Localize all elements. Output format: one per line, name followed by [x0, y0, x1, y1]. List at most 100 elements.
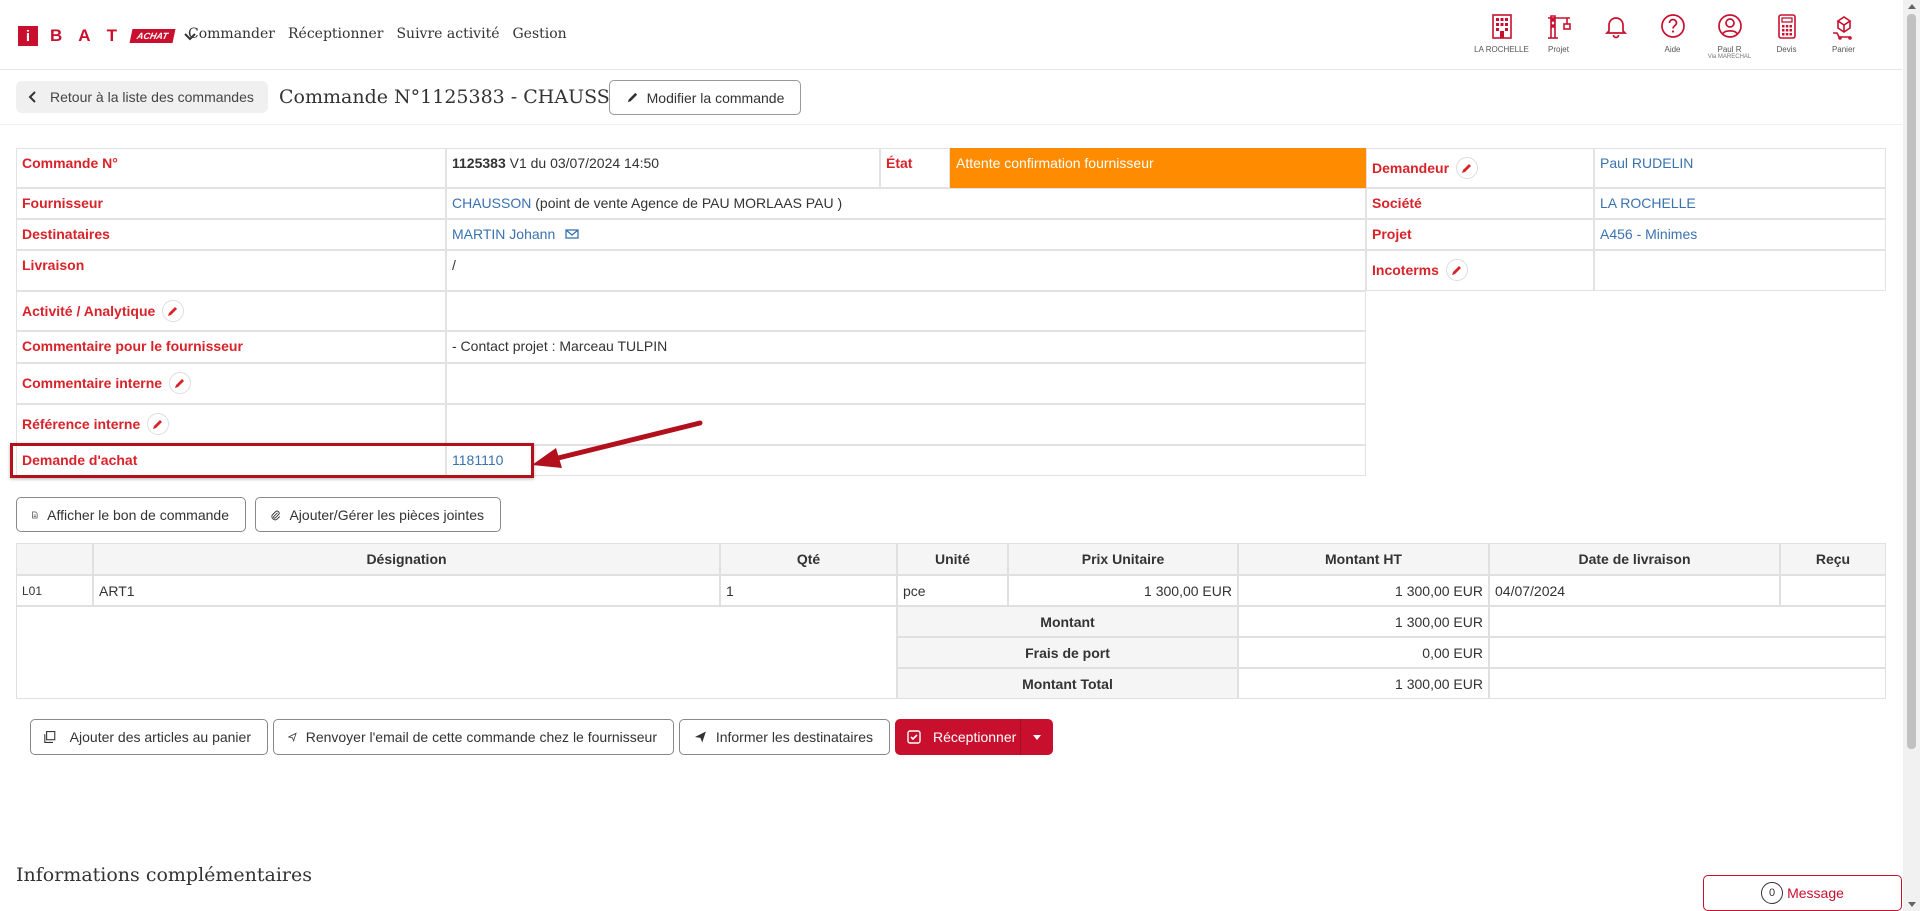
caret-down-icon [1033, 735, 1041, 740]
user-icon [1717, 14, 1742, 38]
table-header-qty: Qté [720, 543, 897, 575]
help-button[interactable]: Aide [1644, 12, 1701, 61]
bell-icon [1604, 17, 1627, 39]
project-link[interactable]: A456 - Minimes [1600, 226, 1697, 242]
table-header-received: Reçu [1780, 543, 1886, 575]
notifications-button[interactable] [1587, 12, 1644, 61]
edit-incoterms-button[interactable] [1445, 259, 1468, 281]
recipient-link[interactable]: MARTIN Johann [452, 226, 555, 242]
pencil-icon [1462, 164, 1472, 173]
add-to-cart-label: Ajouter des articles au panier [69, 729, 251, 745]
table-header-amount: Montant HT [1238, 543, 1489, 575]
back-to-orders-button[interactable]: Retour à la liste des commandes [16, 81, 268, 113]
cart-button[interactable]: Panier [1815, 12, 1872, 61]
caret-down-icon [1907, 902, 1916, 907]
user-menu[interactable]: Paul R Via MARECHAL [1701, 12, 1758, 61]
table-cell-line: L01 [16, 575, 93, 606]
incoterms-value-cell [1594, 250, 1886, 291]
activity-label-cell: Activité / Analytique [16, 291, 446, 331]
internal-comment-label: Commentaire interne [22, 375, 163, 391]
logo-letter: T [106, 26, 119, 45]
activity-value-cell [446, 291, 1366, 331]
supplier-link[interactable]: CHAUSSON [452, 195, 531, 211]
message-label: Message [1787, 885, 1844, 901]
company-selector[interactable]: LA ROCHELLE [1473, 12, 1530, 61]
pencil-icon [627, 92, 637, 103]
incoterms-label-cell: Incoterms [1366, 250, 1594, 291]
incoterms-label: Incoterms [1372, 262, 1439, 278]
company-label: Société [1372, 195, 1422, 211]
state-label: État [886, 155, 913, 171]
receive-button[interactable]: Réceptionner [895, 719, 1021, 755]
pencil-icon [1451, 266, 1461, 275]
top-navigation: i B A T ACHAT Commander Réceptionner Sui… [0, 0, 1902, 70]
vertical-scrollbar[interactable] [1903, 0, 1920, 911]
requester-link[interactable]: Paul RUDELIN [1600, 155, 1693, 171]
nav-commander[interactable]: Commander [188, 26, 275, 42]
recipients-label-cell: Destinataires [16, 219, 446, 250]
table-cell-qty: 1 [720, 575, 897, 606]
summary-amount-blank [1489, 606, 1886, 637]
quote-label: Devis [1776, 45, 1797, 54]
purchase-request-label: Demande d'achat [22, 452, 138, 468]
table-header-unit: Unité [897, 543, 1008, 575]
scrollbar-thumb[interactable] [1907, 14, 1916, 749]
chevron-left-icon [28, 91, 36, 103]
receive-dropdown-toggle[interactable] [1021, 719, 1053, 755]
building-icon [1491, 14, 1512, 39]
table-cell-amount: 1 300,00 EUR [1238, 575, 1489, 606]
app-logo[interactable]: i B A T ACHAT [18, 26, 198, 46]
supplier-comment-label-cell: Commentaire pour le fournisseur [16, 331, 446, 363]
requester-label: Demandeur [1372, 160, 1450, 176]
edit-requester-button[interactable] [1456, 157, 1479, 179]
document-icon [32, 511, 38, 518]
supplier-comment-label: Commentaire pour le fournisseur [22, 338, 243, 354]
checkbox-icon [907, 730, 921, 744]
manage-attachments-label: Ajouter/Gérer les pièces jointes [289, 506, 484, 523]
edit-activity-button[interactable] [162, 300, 185, 322]
message-button[interactable]: 0 Message [1703, 875, 1902, 911]
table-summary-blank [16, 606, 897, 699]
nav-receptionner[interactable]: Réceptionner [288, 26, 383, 42]
order-number-value: 1125383 [452, 155, 506, 171]
pencil-icon [153, 420, 163, 429]
order-version: V1 du 03/07/2024 14:50 [505, 155, 660, 171]
recipients-value-cell: MARTIN Johann [446, 219, 1366, 250]
internal-comment-value-cell [446, 363, 1366, 404]
order-number-value-cell: 1125383 V1 du 03/07/2024 14:50 [446, 148, 880, 188]
main-menu: Commander Réceptionner Suivre activité G… [188, 26, 567, 42]
summary-total-value: 1 300,00 EUR [1238, 668, 1489, 699]
edit-internal-ref-button[interactable] [147, 413, 170, 435]
resend-email-button[interactable]: Renvoyer l'email de cette commande chez … [273, 719, 674, 755]
resend-email-label: Renvoyer l'email de cette commande chez … [305, 729, 657, 745]
edit-internal-comment-button[interactable] [169, 372, 192, 394]
nav-gestion[interactable]: Gestion [512, 26, 566, 42]
summary-amount-label: Montant [897, 606, 1238, 637]
inform-recipients-button[interactable]: Informer les destinataires [679, 719, 890, 755]
toolbar: LA ROCHELLE Projet Aide Paul R Via MAREC… [1473, 12, 1872, 61]
modify-order-label: Modifier la commande [646, 89, 785, 106]
table-cell-unit: pce [897, 575, 1008, 606]
add-to-cart-button[interactable]: Ajouter des articles au panier [30, 719, 268, 755]
manage-attachments-button[interactable]: Ajouter/Gérer les pièces jointes [255, 497, 501, 532]
purchase-request-link[interactable]: 1181110 [452, 452, 503, 468]
summary-amount-value: 1 300,00 EUR [1238, 606, 1489, 637]
supplier-detail: (point de vente Agence de PAU MORLAAS PA… [531, 195, 843, 211]
project-label: Projet [1372, 226, 1412, 242]
quote-button[interactable]: Devis [1758, 12, 1815, 61]
logo-letter: A [78, 26, 93, 45]
table-cell-received[interactable] [1780, 575, 1886, 606]
envelope-icon[interactable] [565, 227, 579, 241]
nav-suivre-activite[interactable]: Suivre activité [396, 26, 499, 42]
modify-order-button[interactable]: Modifier la commande [609, 80, 801, 115]
show-order-form-button[interactable]: Afficher le bon de commande [16, 497, 246, 532]
internal-ref-label-cell: Référence interne [16, 404, 446, 445]
annotation-arrow-icon [532, 420, 703, 468]
delivery-value-cell: / [446, 250, 1366, 291]
scroll-up-arrow[interactable] [1903, 0, 1920, 14]
company-link[interactable]: LA ROCHELLE [1600, 195, 1696, 211]
pencil-icon [168, 307, 178, 316]
scroll-down-arrow[interactable] [1903, 897, 1920, 911]
project-selector[interactable]: Projet [1530, 12, 1587, 61]
calculator-icon [1777, 14, 1796, 39]
